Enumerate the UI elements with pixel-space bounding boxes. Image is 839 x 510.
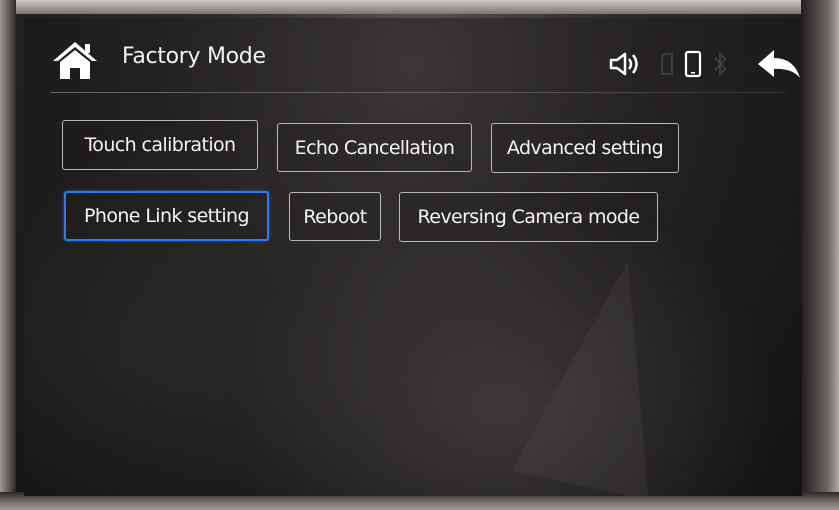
page-title: Factory Mode bbox=[122, 44, 266, 69]
phone-icon bbox=[684, 50, 702, 78]
touch-calibration-button[interactable]: Touch calibration bbox=[62, 120, 258, 170]
screen: Factory Mode Touch calibration Echo Canc… bbox=[24, 18, 802, 496]
bezel-left bbox=[0, 0, 16, 510]
device-frame: Factory Mode Touch calibration Echo Canc… bbox=[0, 0, 839, 510]
screen-reflection bbox=[511, 245, 697, 496]
reboot-button[interactable]: Reboot bbox=[289, 192, 381, 241]
bezel-top bbox=[0, 0, 839, 14]
bluetooth-icon bbox=[712, 50, 728, 78]
bezel-right bbox=[801, 0, 839, 510]
storage-icon bbox=[660, 52, 674, 76]
reversing-camera-mode-button[interactable]: Reversing Camera mode bbox=[399, 192, 658, 242]
volume-icon[interactable] bbox=[608, 50, 642, 78]
echo-cancellation-button[interactable]: Echo Cancellation bbox=[277, 123, 472, 172]
advanced-setting-button[interactable]: Advanced setting bbox=[491, 123, 679, 173]
back-icon[interactable] bbox=[754, 48, 802, 84]
phone-link-setting-button[interactable]: Phone Link setting bbox=[64, 191, 269, 241]
home-icon[interactable] bbox=[50, 38, 100, 82]
header-bar: Factory Mode bbox=[24, 18, 802, 96]
header-divider bbox=[50, 92, 785, 93]
